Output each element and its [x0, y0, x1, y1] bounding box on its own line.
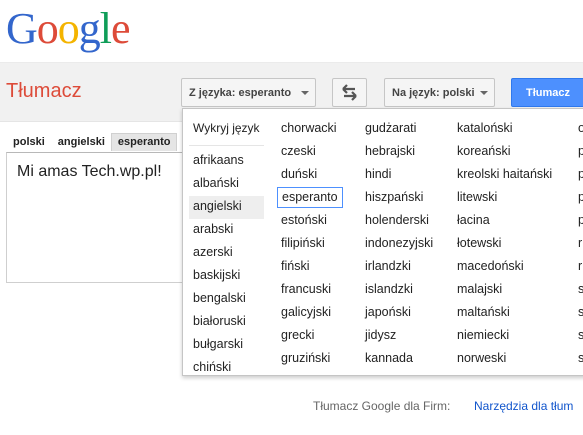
language-item[interactable]: łotewski: [453, 233, 563, 256]
swap-icon: [342, 84, 357, 101]
language-item[interactable]: s: [574, 348, 583, 371]
business-label: Tłumacz Google dla Firm:: [313, 399, 451, 413]
detect-language-item[interactable]: Wykryj język: [189, 118, 264, 141]
source-language-tabs: polski angielski esperanto: [6, 133, 178, 151]
language-item[interactable]: galicyjski: [277, 302, 359, 325]
source-language-button[interactable]: Z języka: esperanto: [181, 78, 316, 107]
language-item[interactable]: gudżarati: [361, 118, 453, 141]
language-item[interactable]: malajski: [453, 279, 563, 302]
language-item[interactable]: grecki: [277, 325, 359, 348]
language-item[interactable]: chorwacki: [277, 118, 359, 141]
language-item[interactable]: azerski: [189, 242, 264, 265]
language-item[interactable]: bengalski: [189, 288, 264, 311]
swap-languages-button[interactable]: [332, 78, 367, 107]
language-item[interactable]: kataloński: [453, 118, 563, 141]
chevron-down-icon: [301, 91, 309, 95]
language-item[interactable]: kreolski haitański: [453, 164, 563, 187]
tab-polski[interactable]: polski: [6, 133, 51, 151]
target-language-button[interactable]: Na język: polski: [384, 78, 495, 107]
language-item[interactable]: czeski: [277, 141, 359, 164]
language-item[interactable]: filipiński: [277, 233, 359, 256]
language-item[interactable]: hebrajski: [361, 141, 453, 164]
language-item[interactable]: jidysz: [361, 325, 453, 348]
language-item[interactable]: afrikaans: [189, 150, 264, 173]
language-item[interactable]: albański: [189, 173, 264, 196]
logo-letter: G: [6, 4, 38, 53]
language-item[interactable]: białoruski: [189, 311, 264, 334]
language-item[interactable]: kannada: [361, 348, 453, 371]
language-column-partial: o p p p p r r s s s s: [574, 118, 583, 371]
language-item[interactable]: r: [574, 256, 583, 279]
language-item[interactable]: s: [574, 325, 583, 348]
logo-letter: o: [57, 4, 80, 53]
tab-esperanto[interactable]: esperanto: [110, 133, 178, 151]
language-item[interactable]: p: [574, 187, 583, 210]
language-item[interactable]: koreański: [453, 141, 563, 164]
language-item[interactable]: maltański: [453, 302, 563, 325]
language-item[interactable]: holenderski: [361, 210, 453, 233]
language-item[interactable]: s: [574, 302, 583, 325]
language-column: Wykryj język afrikaans albański angielsk…: [189, 118, 264, 380]
language-item[interactable]: islandzki: [361, 279, 453, 302]
language-item[interactable]: p: [574, 210, 583, 233]
language-item[interactable]: hindi: [361, 164, 453, 187]
logo-letter: g: [78, 4, 101, 53]
language-item[interactable]: estoński: [277, 210, 359, 233]
language-item[interactable]: o: [574, 118, 583, 141]
language-column: chorwacki czeski duński esperanto estońs…: [277, 118, 359, 371]
language-item[interactable]: duński: [277, 164, 359, 187]
language-item-selected[interactable]: esperanto: [277, 187, 343, 208]
google-logo[interactable]: Google: [6, 4, 131, 54]
language-item[interactable]: niemiecki: [453, 325, 563, 348]
language-item[interactable]: p: [574, 141, 583, 164]
language-item[interactable]: bułgarski: [189, 334, 264, 357]
language-item[interactable]: r: [574, 233, 583, 256]
language-item[interactable]: arabski: [189, 219, 264, 242]
logo-letter: o: [36, 4, 59, 53]
language-item[interactable]: japoński: [361, 302, 453, 325]
language-item[interactable]: indonezyjski: [361, 233, 453, 256]
translate-button[interactable]: Tłumacz: [511, 78, 583, 107]
language-item[interactable]: baskijski: [189, 265, 264, 288]
target-language-label: Na język: polski: [392, 87, 475, 99]
language-item[interactable]: francuski: [277, 279, 359, 302]
logo-letter: l: [99, 4, 112, 53]
language-column: kataloński koreański kreolski haitański …: [453, 118, 563, 371]
page-title: Tłumacz: [6, 80, 82, 102]
language-item[interactable]: p: [574, 164, 583, 187]
language-dropdown-menu: Wykryj język afrikaans albański angielsk…: [182, 108, 583, 376]
top-bar: Google: [0, 0, 583, 63]
language-item[interactable]: chiński: [189, 357, 264, 380]
translator-tools-link[interactable]: Narzędzia dla tłum: [474, 399, 573, 413]
language-item[interactable]: łacina: [453, 210, 563, 233]
logo-letter: e: [111, 4, 131, 53]
language-item[interactable]: s: [574, 279, 583, 302]
menu-divider: [189, 145, 264, 146]
language-item[interactable]: angielski: [189, 196, 264, 219]
language-item[interactable]: gruziński: [277, 348, 359, 371]
tab-angielski[interactable]: angielski: [51, 133, 111, 151]
language-item[interactable]: norweski: [453, 348, 563, 371]
language-item[interactable]: macedoński: [453, 256, 563, 279]
source-language-label: Z języka: esperanto: [189, 87, 292, 99]
language-item[interactable]: litewski: [453, 187, 563, 210]
language-item[interactable]: irlandzki: [361, 256, 453, 279]
language-column: gudżarati hebrajski hindi hiszpański hol…: [361, 118, 453, 371]
language-item[interactable]: hiszpański: [361, 187, 453, 210]
chevron-down-icon: [480, 91, 488, 95]
language-item[interactable]: fiński: [277, 256, 359, 279]
